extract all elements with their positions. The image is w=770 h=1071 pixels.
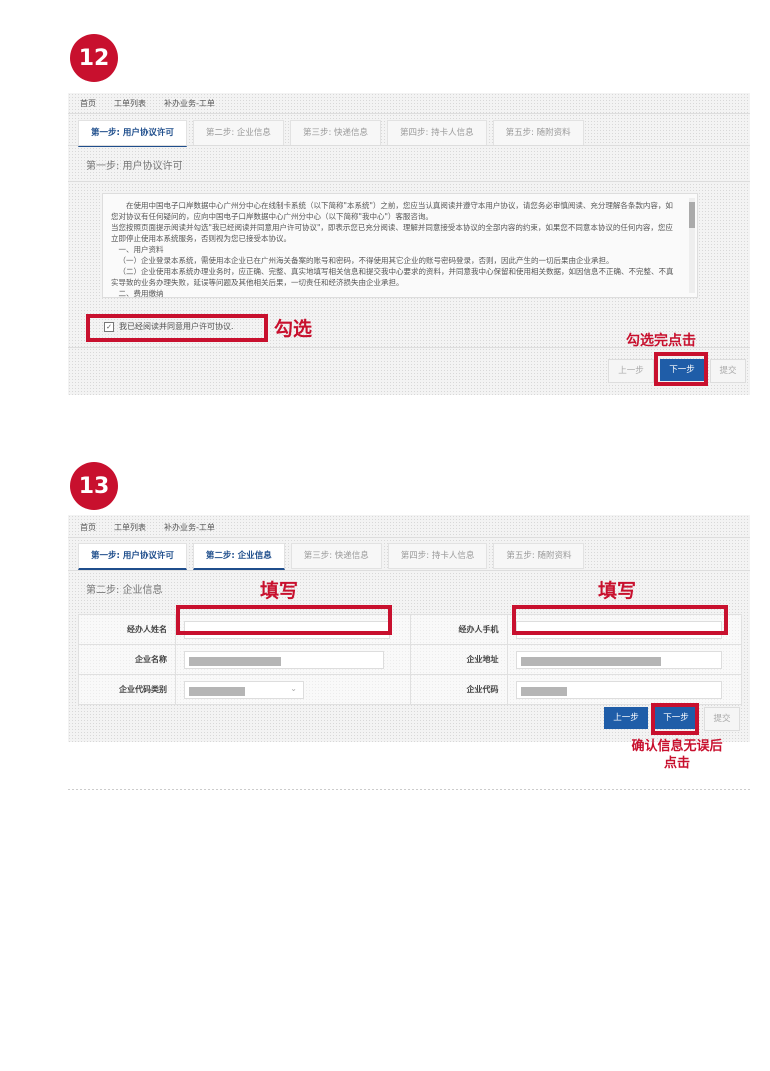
agreement-line: （一）企业登录本系统，需使用本企业已在广州海关备案的账号和密码，不得使用其它企业… <box>118 256 614 265</box>
tab-step5[interactable]: 第五步: 随附资料 <box>492 120 584 146</box>
company-code-field <box>515 680 722 699</box>
step-tabs: 第一步: 用户协议许可 第二步: 企业信息 第三步: 快递信息 第四步: 持卡人… <box>78 543 585 570</box>
highlight-next-button <box>651 703 699 735</box>
chevron-down-icon: ⌄ <box>290 683 297 693</box>
company-address-label: 企业地址 <box>409 644 508 675</box>
annotation-confirm-line1: 确认信息无误后 <box>631 739 723 754</box>
tab-step3[interactable]: 第三步: 快递信息 <box>289 120 382 146</box>
highlight-agent-name <box>176 605 392 635</box>
company-code-label: 企业代码 <box>409 674 508 705</box>
prev-button[interactable]: 上一步 <box>604 707 648 729</box>
tab-step1[interactable]: 第一步: 用户协议许可 <box>78 120 187 147</box>
agreement-scrollbar[interactable] <box>689 198 695 293</box>
agreement-line: 当您按照页面提示阅读并勾选"我已经阅读并同意用户许可协议"，即表示您已充分阅读、… <box>111 223 673 243</box>
annotation-fill-right: 填写 <box>598 580 637 602</box>
agreement-line: （二）企业使用本系统办理业务时，应正确、完整、真实地填写相关信息和提交我中心要求… <box>111 267 674 287</box>
step-badge-12: 12 <box>70 34 118 82</box>
breadcrumb-home[interactable]: 首页 <box>80 98 96 109</box>
section-title: 第二步: 企业信息 <box>86 585 163 596</box>
tab-step3[interactable]: 第三步: 快递信息 <box>290 543 382 569</box>
highlight-next-button <box>654 352 708 386</box>
step-badge-13: 13 <box>70 462 118 510</box>
breadcrumb-worklist[interactable]: 工单列表 <box>114 98 146 109</box>
divider <box>68 789 750 790</box>
prev-button[interactable]: 上一步 <box>608 359 654 383</box>
agent-name-label: 经办人姓名 <box>78 614 176 645</box>
tab-step2[interactable]: 第二步: 企业信息 <box>192 120 284 146</box>
step-tabs: 第一步: 用户协议许可 第二步: 企业信息 第三步: 快递信息 第四步: 持卡人… <box>78 120 584 147</box>
company-address-field <box>515 650 722 669</box>
company-name-field <box>184 650 384 669</box>
tab-step4[interactable]: 第四步: 持卡人信息 <box>387 543 488 569</box>
tab-step2[interactable]: 第二步: 企业信息 <box>192 543 285 570</box>
annotation-next: 勾选完点击 <box>626 333 696 349</box>
agreement-line: 一、用户资料 <box>118 245 164 254</box>
submit-button[interactable]: 提交 <box>710 359 746 383</box>
company-name-label: 企业名称 <box>78 644 176 675</box>
code-type-label: 企业代码类别 <box>78 674 176 705</box>
highlight-checkbox <box>86 314 268 342</box>
breadcrumb: 首页 工单列表 补办业务-工单 <box>80 98 215 109</box>
agreement-line: 在使用中国电子口岸数据中心广州分中心在线制卡系统（以下简称"本系统"）之前，您应… <box>111 201 673 221</box>
annotation-confirm: 确认信息无误后 点击 <box>612 738 742 772</box>
annotation-check: 勾选 <box>274 318 313 340</box>
breadcrumb-current: 补办业务-工单 <box>164 523 215 532</box>
breadcrumb: 首页 工单列表 补办业务-工单 <box>80 522 215 533</box>
agreement-textarea[interactable]: 在使用中国电子口岸数据中心广州分中心在线制卡系统（以下简称"本系统"）之前，您应… <box>102 193 698 298</box>
code-type-select[interactable]: ⌄ <box>184 680 304 699</box>
highlight-agent-phone <box>512 605 728 635</box>
agreement-line: 二、费用缴纳 <box>118 289 164 298</box>
agent-phone-label: 经办人手机 <box>409 614 508 645</box>
annotation-fill-left: 填写 <box>260 580 299 602</box>
annotation-confirm-line2: 点击 <box>663 756 690 771</box>
section-title: 第一步: 用户协议许可 <box>86 161 183 172</box>
tab-step1[interactable]: 第一步: 用户协议许可 <box>78 543 187 570</box>
breadcrumb-worklist[interactable]: 工单列表 <box>114 522 146 533</box>
submit-button[interactable]: 提交 <box>704 707 740 731</box>
breadcrumb-current: 补办业务-工单 <box>164 99 215 108</box>
breadcrumb-home[interactable]: 首页 <box>80 522 96 533</box>
tab-step5[interactable]: 第五步: 随附资料 <box>493 543 585 569</box>
tab-step4[interactable]: 第四步: 持卡人信息 <box>387 120 487 146</box>
